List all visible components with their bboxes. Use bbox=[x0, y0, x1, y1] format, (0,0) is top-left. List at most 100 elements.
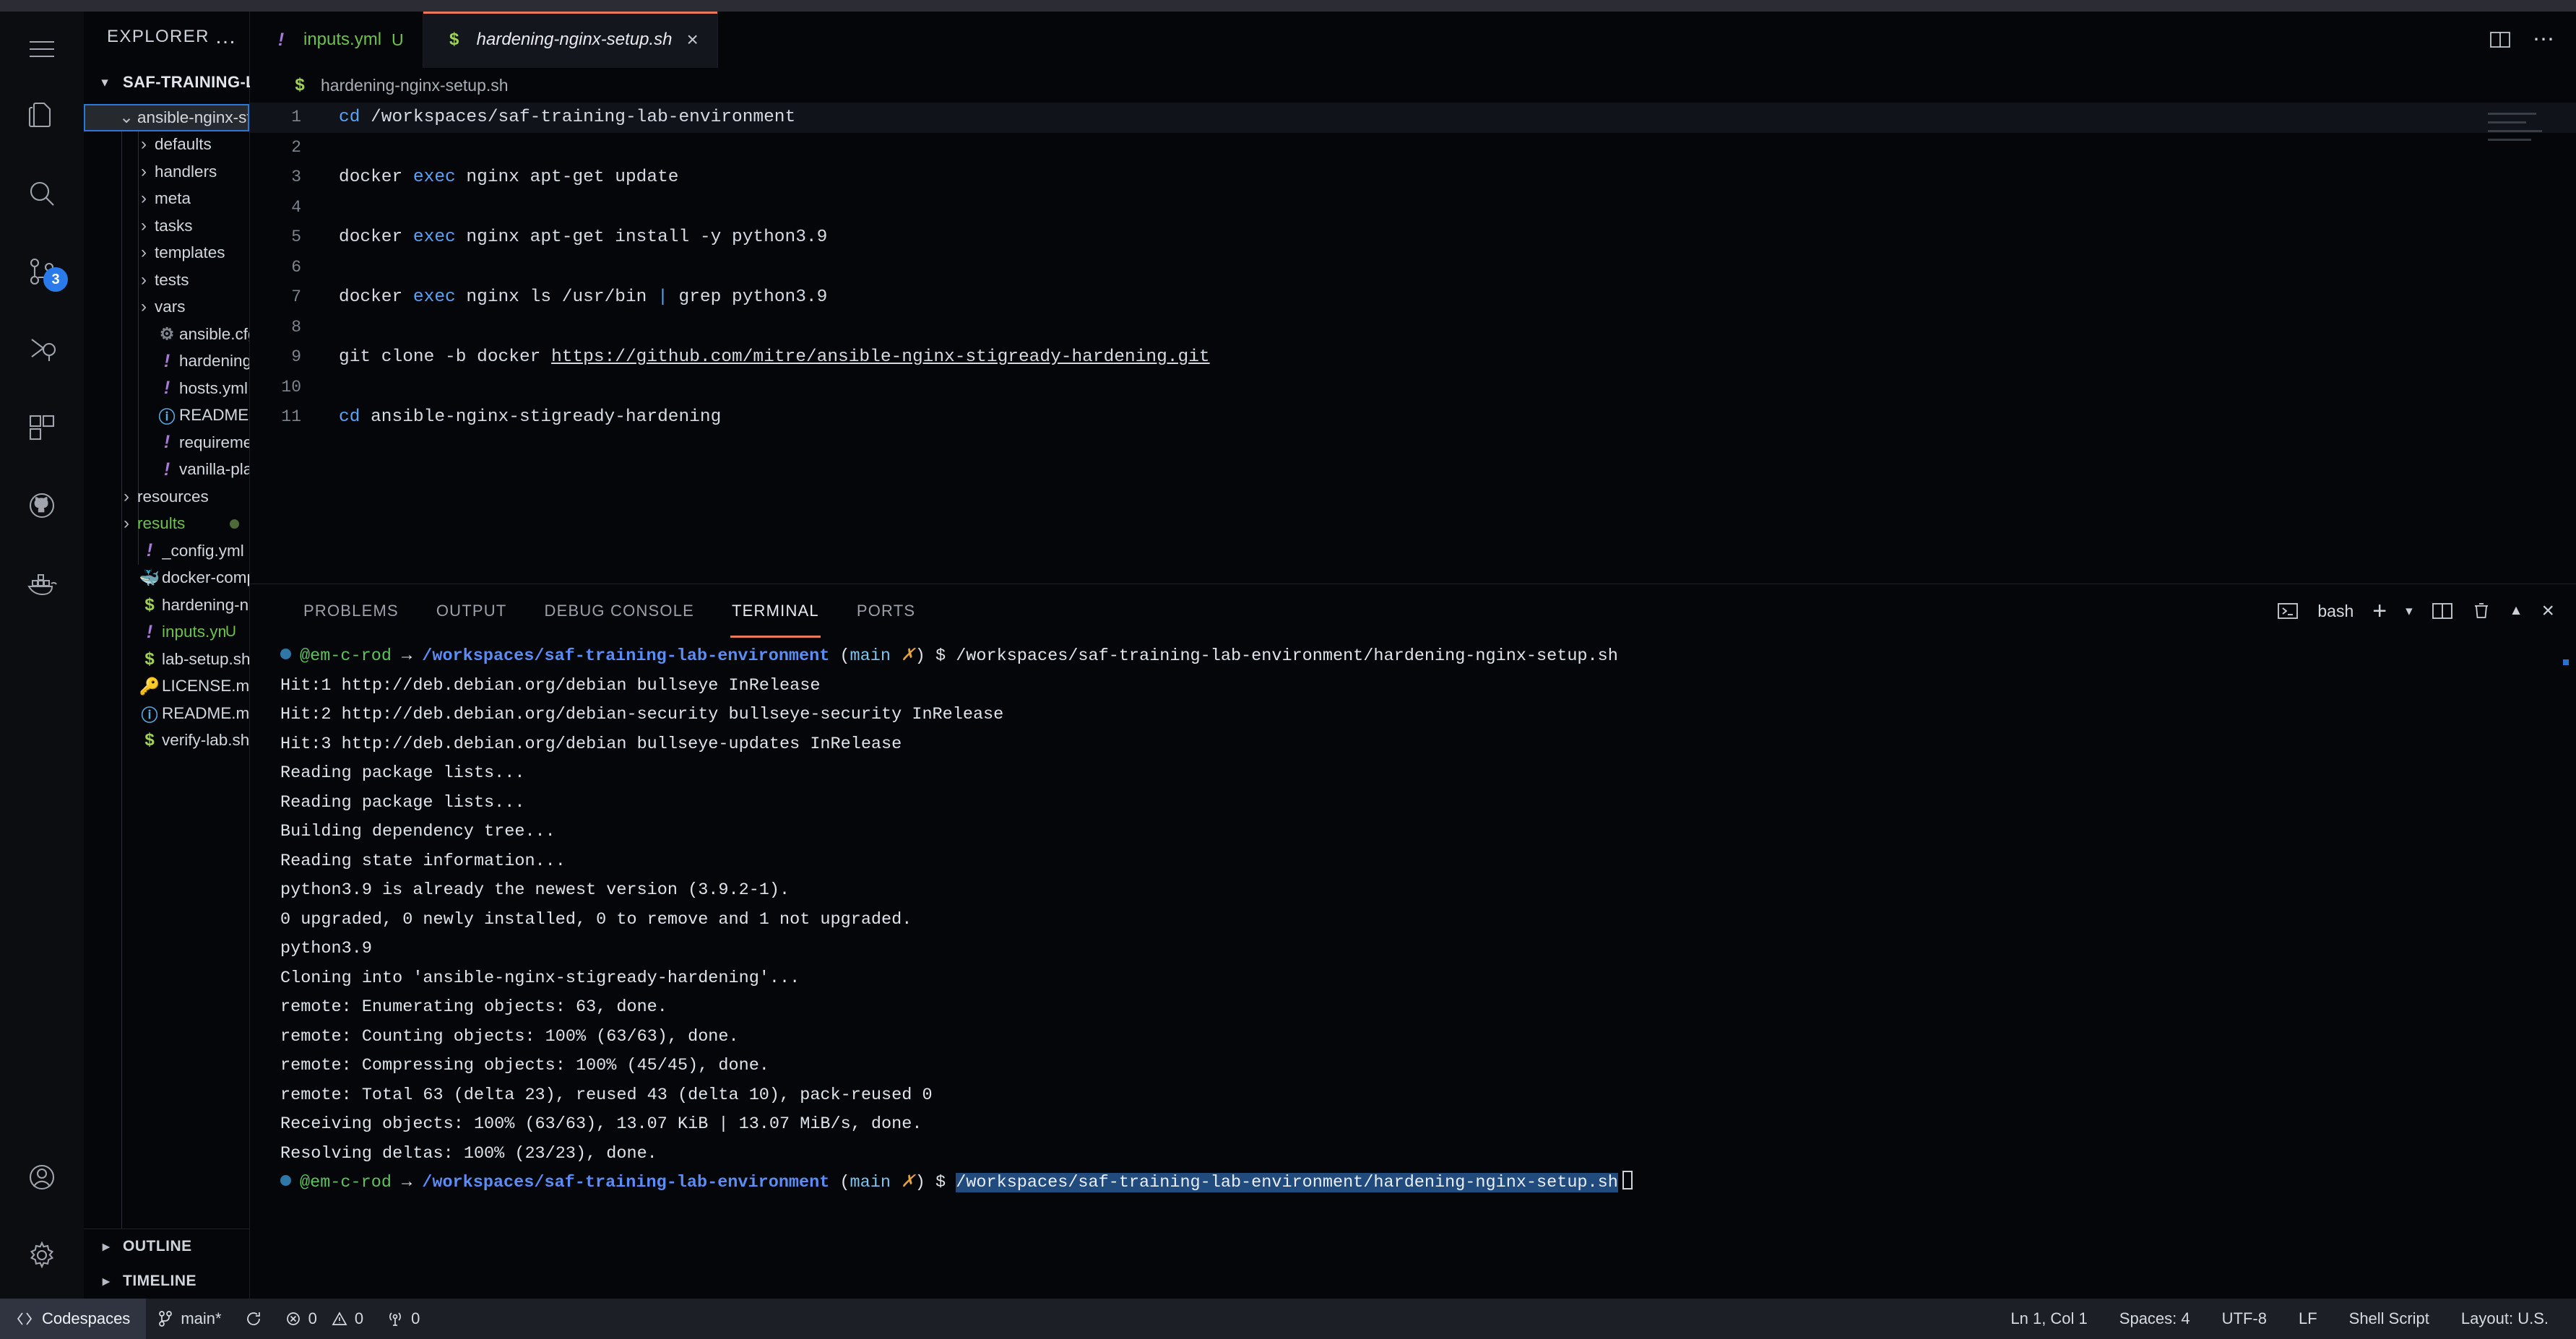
kill-terminal-icon[interactable] bbox=[2472, 602, 2491, 620]
code-line[interactable]: 9git clone -b docker https://github.com/… bbox=[250, 342, 2576, 373]
code-line[interactable]: 2 bbox=[250, 133, 2576, 163]
split-terminal-icon[interactable] bbox=[2432, 602, 2453, 620]
status-language-mode[interactable]: Shell Script bbox=[2333, 1299, 2445, 1339]
chevron-right-icon[interactable]: › bbox=[133, 162, 155, 182]
status-cursor-position[interactable]: Ln 1, Col 1 bbox=[1994, 1299, 2103, 1339]
status-encoding[interactable]: UTF-8 bbox=[2206, 1299, 2283, 1339]
split-editor-icon[interactable] bbox=[2489, 30, 2511, 49]
terminal-output-line: remote: Counting objects: 100% (63/63), … bbox=[280, 1023, 2576, 1052]
close-panel-icon[interactable]: × bbox=[2541, 602, 2554, 620]
code-line[interactable]: 4 bbox=[250, 193, 2576, 223]
status-ports[interactable]: 0 bbox=[375, 1299, 431, 1339]
account-icon[interactable] bbox=[0, 1138, 84, 1216]
tab-problems[interactable]: PROBLEMS bbox=[285, 584, 418, 638]
tab-hardening-nginx-setup-sh[interactable]: $ hardening-nginx-setup.sh × bbox=[423, 12, 718, 68]
tree-file-row[interactable]: 🔑LICENSE.md bbox=[84, 673, 249, 701]
tab-ports[interactable]: PORTS bbox=[838, 584, 934, 638]
chevron-right-icon[interactable]: › bbox=[133, 216, 155, 236]
code-link[interactable]: https://github.com/mitre/ansible-nginx-s… bbox=[551, 347, 1210, 367]
chevron-right-icon[interactable]: › bbox=[133, 134, 155, 155]
code-line[interactable]: 5docker exec nginx apt-get install -y py… bbox=[250, 222, 2576, 253]
tree-file-row[interactable]: $hardening-nginx-setup.sh bbox=[84, 592, 249, 619]
breadcrumb[interactable]: $ hardening-nginx-setup.sh bbox=[250, 68, 2576, 103]
code-line[interactable]: 10 bbox=[250, 373, 2576, 403]
chevron-right-icon[interactable]: › bbox=[133, 243, 155, 263]
tab-terminal[interactable]: TERMINAL bbox=[713, 584, 838, 638]
tree-file-row[interactable]: ⓘREADME.md bbox=[84, 402, 249, 430]
chevron-right-icon[interactable]: › bbox=[116, 487, 137, 507]
explorer-more-actions-icon[interactable]: … bbox=[215, 33, 238, 40]
files-icon[interactable] bbox=[0, 77, 84, 155]
tree-folder-row[interactable]: ›vars bbox=[84, 294, 249, 321]
extensions-icon[interactable] bbox=[0, 389, 84, 467]
status-remote-codespaces[interactable]: Codespaces bbox=[0, 1299, 146, 1339]
sidebar-section-timeline[interactable]: ▸ TIMELINE bbox=[84, 1264, 249, 1299]
minimap[interactable] bbox=[2488, 113, 2557, 142]
tree-file-row[interactable]: !inputs.ymlU bbox=[84, 619, 249, 646]
status-branch[interactable]: main* bbox=[146, 1299, 233, 1339]
hamburger-menu-icon[interactable] bbox=[0, 22, 84, 77]
sidebar-section-outline[interactable]: ▸ OUTLINE bbox=[84, 1229, 249, 1264]
more-actions-icon[interactable]: ⋯ bbox=[2533, 36, 2556, 43]
editor-actions: ⋯ bbox=[2489, 12, 2576, 68]
code-line[interactable]: 7docker exec nginx ls /usr/bin | grep py… bbox=[250, 282, 2576, 313]
search-icon[interactable] bbox=[0, 155, 84, 233]
tree-item-label: results bbox=[137, 514, 185, 533]
gear-icon[interactable] bbox=[0, 1216, 84, 1294]
tree-file-row[interactable]: $lab-setup.sh bbox=[84, 646, 249, 673]
tab-inputs-yml[interactable]: ! inputs.yml U bbox=[250, 12, 423, 68]
tree-file-row[interactable]: 🐳docker-compose.yml bbox=[84, 565, 249, 592]
docker-icon[interactable] bbox=[0, 545, 84, 623]
close-icon[interactable]: × bbox=[687, 30, 699, 50]
tree-folder-row[interactable]: ›tests bbox=[84, 266, 249, 294]
tree-folder-row[interactable]: ›tasks bbox=[84, 212, 249, 240]
status-indentation[interactable]: Spaces: 4 bbox=[2104, 1299, 2206, 1339]
tree-folder-row[interactable]: ›defaults bbox=[84, 131, 249, 159]
status-sync[interactable] bbox=[233, 1299, 274, 1339]
code-line[interactable]: 8 bbox=[250, 313, 2576, 343]
chevron-down-icon[interactable]: ▾ bbox=[94, 74, 116, 91]
terminal-output[interactable]: @em-c-rod → /workspaces/saf-training-lab… bbox=[250, 638, 2576, 1299]
tree-file-row[interactable]: $verify-lab.sh bbox=[84, 727, 249, 755]
chevron-right-icon[interactable]: › bbox=[133, 270, 155, 290]
chevron-up-icon[interactable]: ▲ bbox=[2510, 603, 2523, 619]
tree-item-label: hardening-playbook.yml bbox=[179, 352, 249, 370]
chevron-right-icon[interactable]: › bbox=[116, 514, 137, 534]
chevron-right-icon[interactable]: › bbox=[133, 188, 155, 209]
chevron-down-icon[interactable]: ▾ bbox=[2406, 603, 2413, 620]
code-editor[interactable]: 1cd /workspaces/saf-training-lab-environ… bbox=[250, 103, 2576, 584]
chevron-down-icon[interactable]: ⌄ bbox=[116, 107, 137, 128]
github-icon[interactable] bbox=[0, 467, 84, 545]
tree-file-row[interactable]: !vanilla-playbook.yml bbox=[84, 456, 249, 484]
tree-file-row[interactable]: !hosts.yml bbox=[84, 375, 249, 402]
run-and-debug-icon[interactable] bbox=[0, 311, 84, 389]
tree-folder-row[interactable]: ›meta bbox=[84, 186, 249, 213]
status-keyboard-layout[interactable]: Layout: U.S. bbox=[2445, 1299, 2564, 1339]
code-line[interactable]: 6 bbox=[250, 253, 2576, 283]
tree-file-row[interactable]: !requirements.yml bbox=[84, 429, 249, 456]
tree-file-row[interactable]: !_config.yml bbox=[84, 537, 249, 565]
tree-folder-row[interactable]: ›handlers bbox=[84, 158, 249, 186]
source-control-icon[interactable]: 3 bbox=[0, 233, 84, 311]
tree-file-row[interactable]: !hardening-playbook.yml bbox=[84, 348, 249, 376]
status-eol[interactable]: LF bbox=[2283, 1299, 2333, 1339]
launch-profile-icon[interactable] bbox=[2277, 602, 2299, 620]
workspace-root-row[interactable]: ▾ SAF-TRAINING-LAB-E... bbox=[84, 62, 249, 103]
tree-folder-row[interactable]: ›templates bbox=[84, 240, 249, 267]
terminal-shell-name[interactable]: bash bbox=[2317, 602, 2354, 621]
tab-output[interactable]: OUTPUT bbox=[418, 584, 526, 638]
status-problems[interactable]: 0 0 bbox=[274, 1299, 376, 1339]
code-line[interactable]: 1cd /workspaces/saf-training-lab-environ… bbox=[250, 103, 2576, 133]
tab-debug-console[interactable]: DEBUG CONSOLE bbox=[526, 584, 714, 638]
code-line[interactable]: 3docker exec nginx apt-get update bbox=[250, 162, 2576, 193]
tree-folder-row[interactable]: ›results bbox=[84, 511, 249, 538]
terminal-sigil: ) $ bbox=[915, 1173, 956, 1192]
chevron-right-icon[interactable]: › bbox=[133, 297, 155, 317]
tree-folder-row[interactable]: ›resources bbox=[84, 483, 249, 511]
tree-file-row[interactable]: ⚙ansible.cfg bbox=[84, 321, 249, 348]
code-line[interactable]: 11cd ansible-nginx-stigready-hardening bbox=[250, 402, 2576, 433]
tree-folder-row[interactable]: ⌄ansible-nginx-stigready-hardening bbox=[84, 104, 249, 131]
tree-file-row[interactable]: ⓘREADME.md bbox=[84, 700, 249, 727]
file-tree[interactable]: ⌄ansible-nginx-stigready-hardening›defau… bbox=[84, 103, 249, 1228]
new-terminal-icon[interactable]: + bbox=[2372, 602, 2387, 620]
